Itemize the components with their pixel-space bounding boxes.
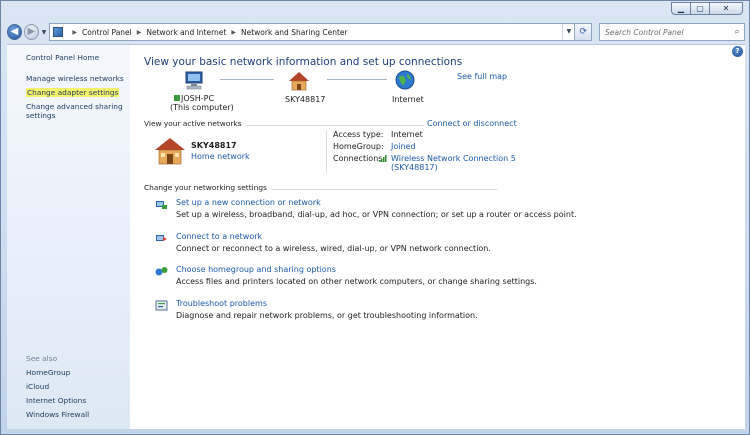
breadcrumb-arrow-icon[interactable]: ▶ xyxy=(72,29,77,36)
side-link-advanced-sharing[interactable]: Change advanced sharing xyxy=(26,102,123,111)
side-link-internet-options[interactable]: Internet Options xyxy=(26,396,86,405)
side-link-homegroup[interactable]: HomeGroup xyxy=(26,368,70,377)
forward-button[interactable]: ▶ xyxy=(23,24,39,40)
wireless-connection-link-line2[interactable]: (SKY48817) xyxy=(391,163,438,172)
access-type-value: Internet xyxy=(391,130,423,139)
highlighted-link-text: Change adapter settings xyxy=(26,88,120,97)
active-networks-title: View your active networks xyxy=(144,119,246,128)
network-type-link[interactable]: Home network xyxy=(191,152,250,161)
recent-pages-dropdown-icon[interactable]: ▼ xyxy=(42,29,47,36)
navigation-bar: ◀ ▶ ▼ ▶ Control Panel ▶ Network and Inte… xyxy=(7,21,746,43)
home-network-icon xyxy=(155,138,185,165)
computer-name: JOSH-PC xyxy=(181,94,215,103)
address-bar[interactable]: ▶ Control Panel ▶ Network and Internet ▶… xyxy=(49,23,576,41)
search-placeholder: Search Control Panel xyxy=(605,27,684,37)
task-link-connect-network[interactable]: Connect to a network xyxy=(176,232,262,241)
caption-buttons: ▁ ▢ ✕ xyxy=(671,2,743,15)
troubleshoot-icon xyxy=(155,300,168,311)
homegroup-sharing-icon xyxy=(155,267,168,276)
homegroup-joined-link[interactable]: Joined xyxy=(391,142,416,151)
refresh-button[interactable]: ⟳ xyxy=(575,23,593,41)
computer-subtitle: (This computer) xyxy=(170,103,234,112)
address-dropdown-icon[interactable]: ▼ xyxy=(562,24,574,40)
breadcrumb-control-panel[interactable]: Control Panel xyxy=(82,28,132,37)
wireless-signal-icon xyxy=(379,155,387,162)
task-link-new-connection[interactable]: Set up a new connection or network xyxy=(176,198,321,207)
page-title: View your basic network information and … xyxy=(144,56,463,68)
map-internet-label: Internet xyxy=(392,95,424,104)
access-type-label: Access type: xyxy=(333,130,384,139)
close-button[interactable]: ✕ xyxy=(709,2,743,15)
search-box[interactable]: Search Control Panel ⌕ xyxy=(599,23,746,41)
side-link-control-panel-home[interactable]: Control Panel Home xyxy=(26,53,99,62)
task-link-homegroup-sharing[interactable]: Choose homegroup and sharing options xyxy=(176,265,336,274)
see-also-label: See also xyxy=(26,354,58,363)
details-separator xyxy=(326,130,327,173)
map-connector-line xyxy=(220,79,274,80)
wireless-connection-link[interactable]: Wireless Network Connection 5 xyxy=(391,154,516,163)
task-desc-new-connection: Set up a wireless, broadband, dial-up, a… xyxy=(176,210,577,219)
side-panel: Control Panel Home Manage wireless netwo… xyxy=(7,44,130,429)
search-icon[interactable]: ⌕ xyxy=(730,27,744,37)
connect-network-icon xyxy=(156,235,167,241)
map-network-name: SKY48817 xyxy=(285,95,326,104)
back-button[interactable]: ◀ xyxy=(7,24,22,40)
breadcrumb-arrow-icon[interactable]: ▶ xyxy=(137,29,142,36)
side-link-change-adapter[interactable]: Change adapter settings xyxy=(26,88,120,97)
breadcrumb-network-and-internet[interactable]: Network and Internet xyxy=(146,28,226,37)
task-desc-troubleshoot: Diagnose and repair network problems, or… xyxy=(176,311,478,320)
task-desc-connect-network: Connect or reconnect to a wireless, wire… xyxy=(176,244,491,253)
side-link-advanced-sharing-line2[interactable]: settings xyxy=(26,111,55,120)
side-link-icloud[interactable]: iCloud xyxy=(26,382,49,391)
control-panel-icon xyxy=(53,27,64,37)
see-full-map-link[interactable]: See full map xyxy=(457,72,507,81)
new-connection-icon xyxy=(156,201,167,209)
computer-status: JOSH-PC xyxy=(174,94,214,103)
homegroup-label: HomeGroup: xyxy=(333,142,384,151)
window: ▁ ▢ ✕ ◀ ▶ ▼ ▶ Control Panel ▶ Network an… xyxy=(0,0,750,435)
connections-label: Connections: xyxy=(333,154,386,163)
network-status-icon xyxy=(174,95,180,101)
change-settings-title: Change your networking settings xyxy=(144,183,271,192)
map-connector-line xyxy=(327,79,387,80)
main-content: ? View your basic network information an… xyxy=(130,44,745,429)
minimize-button[interactable]: ▁ xyxy=(671,2,691,15)
side-link-windows-firewall[interactable]: Windows Firewall xyxy=(26,410,89,419)
help-icon[interactable]: ? xyxy=(732,46,743,57)
maximize-button[interactable]: ▢ xyxy=(690,2,710,15)
breadcrumb-network-and-sharing-center[interactable]: Network and Sharing Center xyxy=(241,28,348,37)
active-network-name: SKY48817 xyxy=(191,141,237,150)
side-link-manage-wireless[interactable]: Manage wireless networks xyxy=(26,74,124,83)
house-icon xyxy=(289,72,309,91)
task-link-troubleshoot[interactable]: Troubleshoot problems xyxy=(176,299,267,308)
connect-disconnect-link[interactable]: Connect or disconnect xyxy=(424,119,517,128)
breadcrumb-arrow-icon[interactable]: ▶ xyxy=(231,29,236,36)
computer-icon xyxy=(185,71,203,90)
globe-icon xyxy=(395,70,415,90)
task-desc-homegroup-sharing: Access files and printers located on oth… xyxy=(176,277,537,286)
